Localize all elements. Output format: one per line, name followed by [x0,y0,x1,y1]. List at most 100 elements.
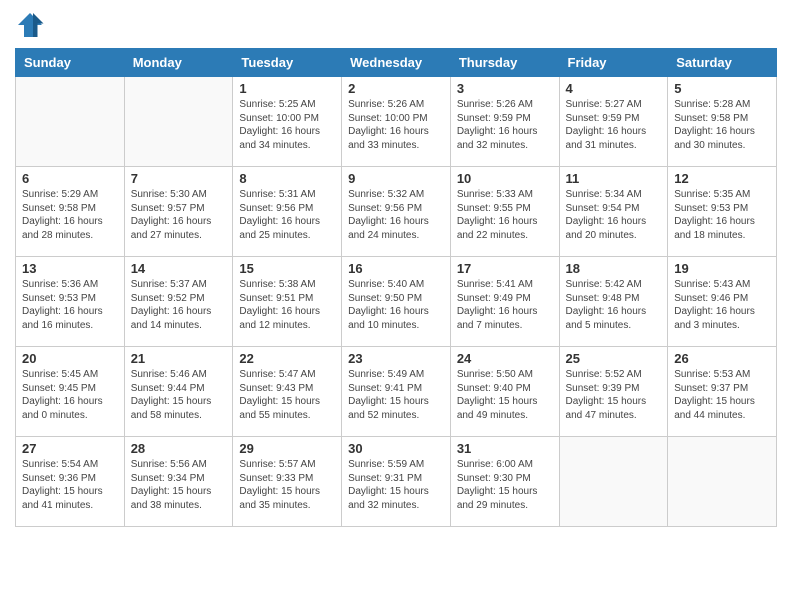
calendar-cell: 12 Sunrise: 5:35 AM Sunset: 9:53 PM Dayli… [668,167,777,257]
calendar-cell: 18 Sunrise: 5:42 AM Sunset: 9:48 PM Dayli… [559,257,668,347]
day-number: 18 [566,261,662,276]
calendar-cell: 29 Sunrise: 5:57 AM Sunset: 9:33 PM Dayli… [233,437,342,527]
calendar-cell: 3Sunrise: 5:26 AM Sunset: 9:59 PM Daylig… [450,77,559,167]
day-number: 1 [239,81,335,96]
day-number: 7 [131,171,227,186]
day-number: 28 [131,441,227,456]
calendar-cell: 30 Sunrise: 5:59 AM Sunset: 9:31 PM Dayli… [342,437,451,527]
calendar-cell: 23 Sunrise: 5:49 AM Sunset: 9:41 PM Dayli… [342,347,451,437]
day-info: Sunrise: 5:43 AM Sunset: 9:46 PM Dayligh… [674,278,770,332]
day-info: Sunrise: 6:00 AM Sunset: 9:30 PM Dayligh… [457,458,553,512]
calendar-cell: 16 Sunrise: 5:40 AM Sunset: 9:50 PM Dayli… [342,257,451,347]
day-info: Sunrise: 5:33 AM Sunset: 9:55 PM Dayligh… [457,188,553,242]
day-info: Sunrise: 5:53 AM Sunset: 9:37 PM Dayligh… [674,368,770,422]
calendar-week-5: 27 Sunrise: 5:54 AM Sunset: 9:36 PM Dayli… [16,437,777,527]
day-number: 8 [239,171,335,186]
day-number: 27 [22,441,118,456]
day-number: 12 [674,171,770,186]
calendar-week-3: 13 Sunrise: 5:36 AM Sunset: 9:53 PM Dayli… [16,257,777,347]
day-number: 31 [457,441,553,456]
day-header-monday: Monday [124,49,233,77]
day-info: Sunrise: 5:31 AM Sunset: 9:56 PM Dayligh… [239,188,335,242]
calendar-cell: 5Sunrise: 5:28 AM Sunset: 9:58 PM Daylig… [668,77,777,167]
page: SundayMondayTuesdayWednesdayThursdayFrid… [0,0,792,537]
day-number: 2 [348,81,444,96]
calendar-header-row: SundayMondayTuesdayWednesdayThursdayFrid… [16,49,777,77]
calendar-cell: 7 Sunrise: 5:30 AM Sunset: 9:57 PM Daylig… [124,167,233,257]
calendar-cell: 27 Sunrise: 5:54 AM Sunset: 9:36 PM Dayli… [16,437,125,527]
calendar-week-1: 1Sunrise: 5:25 AM Sunset: 10:00 PM Dayli… [16,77,777,167]
day-info: Sunrise: 5:32 AM Sunset: 9:56 PM Dayligh… [348,188,444,242]
day-number: 21 [131,351,227,366]
day-info: Sunrise: 5:52 AM Sunset: 9:39 PM Dayligh… [566,368,662,422]
calendar-cell: 9 Sunrise: 5:32 AM Sunset: 9:56 PM Daylig… [342,167,451,257]
day-number: 16 [348,261,444,276]
day-number: 22 [239,351,335,366]
calendar-cell: 11 Sunrise: 5:34 AM Sunset: 9:54 PM Dayli… [559,167,668,257]
day-info: Sunrise: 5:56 AM Sunset: 9:34 PM Dayligh… [131,458,227,512]
calendar-cell: 2 Sunrise: 5:26 AM Sunset: 10:00 PM Dayli… [342,77,451,167]
day-number: 25 [566,351,662,366]
day-number: 15 [239,261,335,276]
day-number: 9 [348,171,444,186]
calendar-cell: 1Sunrise: 5:25 AM Sunset: 10:00 PM Dayli… [233,77,342,167]
day-info: Sunrise: 5:59 AM Sunset: 9:31 PM Dayligh… [348,458,444,512]
calendar-cell: 20Sunrise: 5:45 AM Sunset: 9:45 PM Dayli… [16,347,125,437]
day-number: 11 [566,171,662,186]
day-info: Sunrise: 5:30 AM Sunset: 9:57 PM Dayligh… [131,188,227,242]
day-number: 17 [457,261,553,276]
calendar-cell [668,437,777,527]
calendar-cell: 14Sunrise: 5:37 AM Sunset: 9:52 PM Dayli… [124,257,233,347]
day-header-wednesday: Wednesday [342,49,451,77]
day-number: 24 [457,351,553,366]
day-header-friday: Friday [559,49,668,77]
day-header-sunday: Sunday [16,49,125,77]
day-number: 23 [348,351,444,366]
day-info: Sunrise: 5:49 AM Sunset: 9:41 PM Dayligh… [348,368,444,422]
calendar-week-2: 6Sunrise: 5:29 AM Sunset: 9:58 PM Daylig… [16,167,777,257]
calendar-cell: 6Sunrise: 5:29 AM Sunset: 9:58 PM Daylig… [16,167,125,257]
day-number: 20 [22,351,118,366]
day-number: 14 [131,261,227,276]
calendar-cell [124,77,233,167]
calendar-week-4: 20Sunrise: 5:45 AM Sunset: 9:45 PM Dayli… [16,347,777,437]
day-info: Sunrise: 5:26 AM Sunset: 9:59 PM Dayligh… [457,98,553,152]
day-number: 30 [348,441,444,456]
calendar-cell [16,77,125,167]
day-number: 13 [22,261,118,276]
day-info: Sunrise: 5:47 AM Sunset: 9:43 PM Dayligh… [239,368,335,422]
day-number: 5 [674,81,770,96]
day-info: Sunrise: 5:26 AM Sunset: 10:00 PM Daylig… [348,98,444,152]
day-info: Sunrise: 5:57 AM Sunset: 9:33 PM Dayligh… [239,458,335,512]
day-header-tuesday: Tuesday [233,49,342,77]
calendar-cell: 8 Sunrise: 5:31 AM Sunset: 9:56 PM Daylig… [233,167,342,257]
day-info: Sunrise: 5:34 AM Sunset: 9:54 PM Dayligh… [566,188,662,242]
day-info: Sunrise: 5:46 AM Sunset: 9:44 PM Dayligh… [131,368,227,422]
calendar-cell [559,437,668,527]
logo-icon [15,10,45,40]
calendar-cell: 19 Sunrise: 5:43 AM Sunset: 9:46 PM Dayli… [668,257,777,347]
day-number: 10 [457,171,553,186]
day-info: Sunrise: 5:27 AM Sunset: 9:59 PM Dayligh… [566,98,662,152]
calendar-cell: 26 Sunrise: 5:53 AM Sunset: 9:37 PM Dayli… [668,347,777,437]
day-header-saturday: Saturday [668,49,777,77]
calendar-cell: 25 Sunrise: 5:52 AM Sunset: 9:39 PM Dayli… [559,347,668,437]
day-info: Sunrise: 5:40 AM Sunset: 9:50 PM Dayligh… [348,278,444,332]
day-number: 19 [674,261,770,276]
day-info: Sunrise: 5:36 AM Sunset: 9:53 PM Dayligh… [22,278,118,332]
day-info: Sunrise: 5:29 AM Sunset: 9:58 PM Dayligh… [22,188,118,242]
calendar-cell: 17Sunrise: 5:41 AM Sunset: 9:49 PM Dayli… [450,257,559,347]
day-info: Sunrise: 5:54 AM Sunset: 9:36 PM Dayligh… [22,458,118,512]
day-number: 26 [674,351,770,366]
calendar-cell: 15Sunrise: 5:38 AM Sunset: 9:51 PM Dayli… [233,257,342,347]
day-number: 29 [239,441,335,456]
logo [15,10,47,40]
day-header-thursday: Thursday [450,49,559,77]
day-info: Sunrise: 5:35 AM Sunset: 9:53 PM Dayligh… [674,188,770,242]
calendar-cell: 21 Sunrise: 5:46 AM Sunset: 9:44 PM Dayli… [124,347,233,437]
calendar-cell: 31 Sunrise: 6:00 AM Sunset: 9:30 PM Dayli… [450,437,559,527]
calendar-cell: 10 Sunrise: 5:33 AM Sunset: 9:55 PM Dayli… [450,167,559,257]
calendar-cell: 4Sunrise: 5:27 AM Sunset: 9:59 PM Daylig… [559,77,668,167]
header [15,10,777,40]
day-info: Sunrise: 5:42 AM Sunset: 9:48 PM Dayligh… [566,278,662,332]
